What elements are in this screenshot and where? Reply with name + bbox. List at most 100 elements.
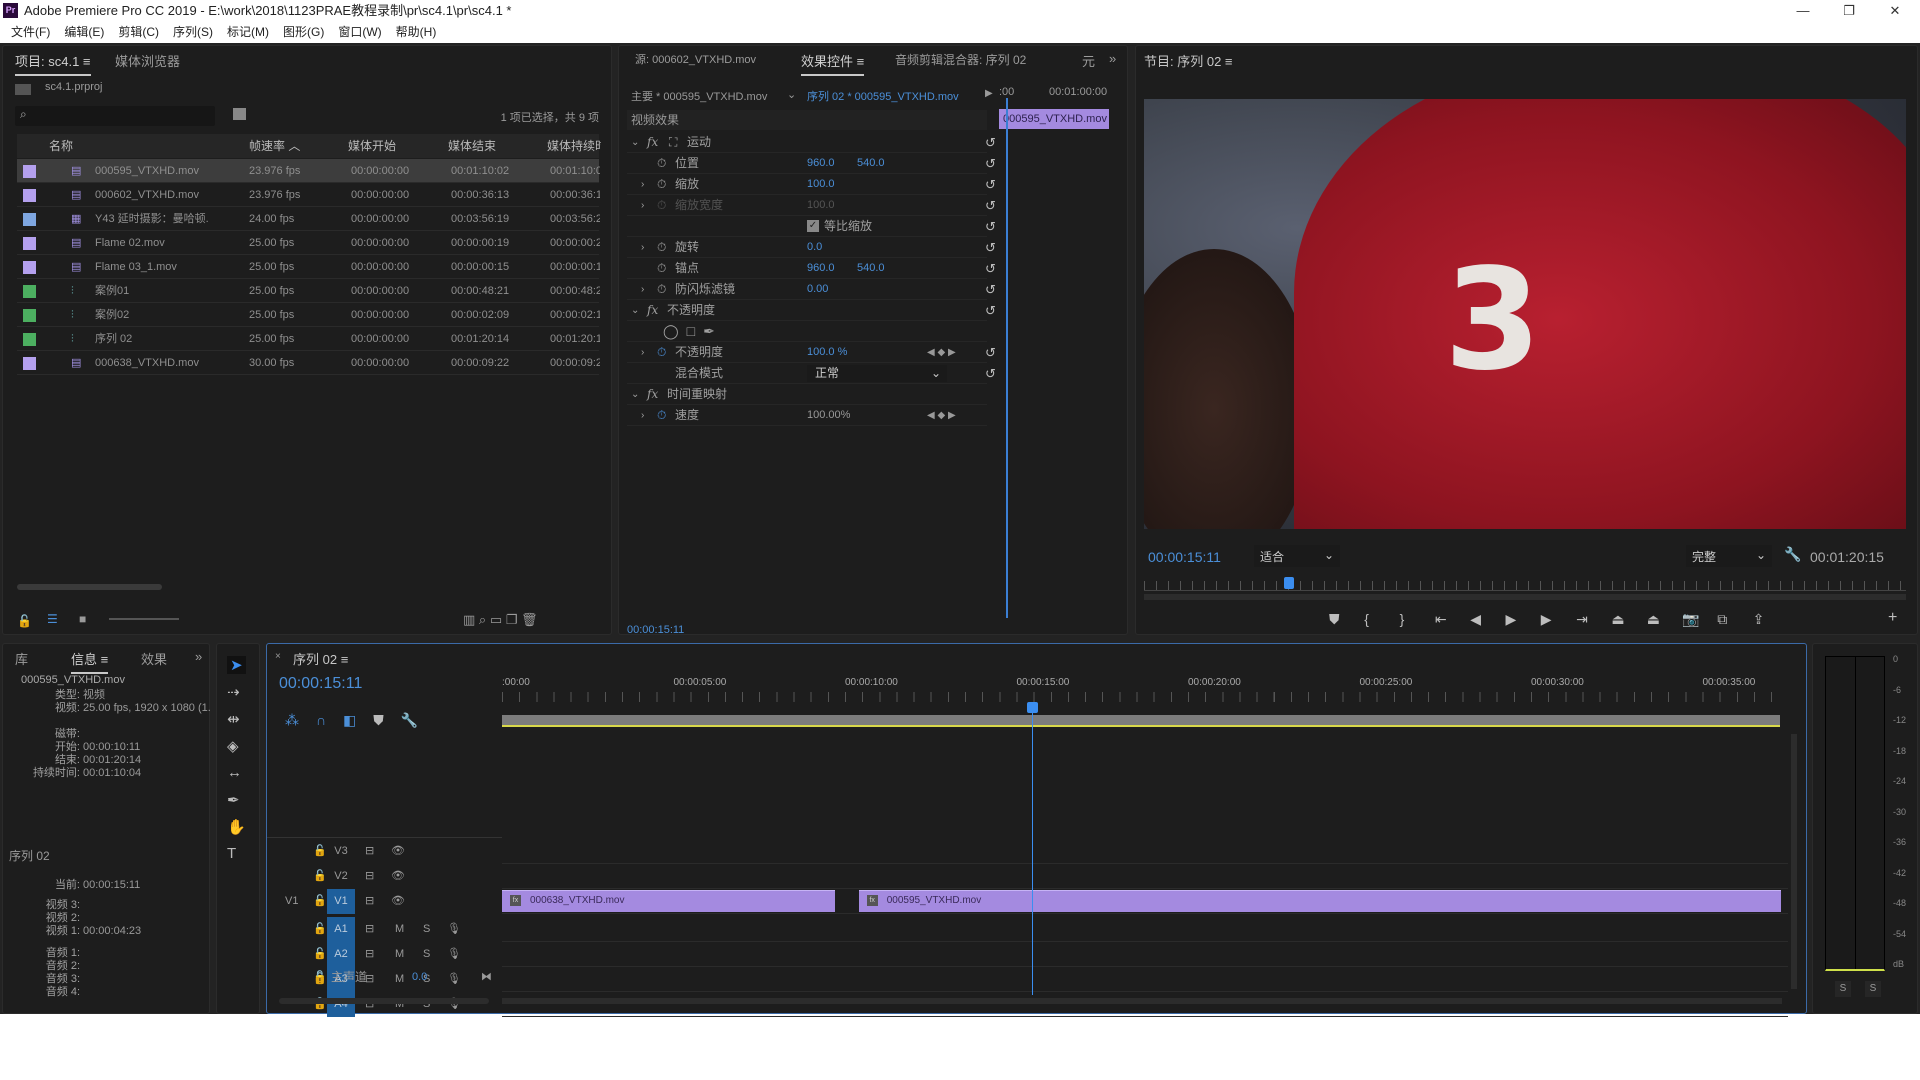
menu-item[interactable]: 序列(S) [170, 25, 216, 39]
reset-icon[interactable]: ↺ [985, 279, 996, 300]
track-target[interactable]: V2 [327, 864, 355, 889]
property-value[interactable]: 0.00 [807, 279, 828, 300]
timeline-clip[interactable]: fx 000638_VTXHD.mov [502, 890, 835, 912]
keyframe-navigator[interactable]: ◀ ◆ ▶ [927, 405, 956, 426]
track-target[interactable]: A1 [327, 917, 355, 942]
comparison-view-icon[interactable]: ⧉ [1717, 611, 1727, 628]
eye-icon[interactable]: 👁 [391, 864, 405, 889]
audio-track-lane[interactable] [502, 917, 1788, 942]
menu-item[interactable]: 编辑(E) [61, 25, 107, 39]
lock-icon[interactable]: 🔓 [313, 992, 327, 1017]
chevron-right-icon[interactable]: › [641, 174, 644, 195]
mute-button[interactable]: M [395, 942, 404, 967]
video-track-lane[interactable] [502, 864, 1788, 889]
property-value[interactable]: 100.0 [807, 174, 835, 195]
export-icon[interactable]: ⇪ [1753, 611, 1765, 628]
reset-icon[interactable]: ↺ [985, 216, 996, 237]
property-value[interactable]: 540.0 [857, 258, 885, 279]
microphone-icon[interactable]: 🎙 [447, 992, 461, 1017]
slip-tool-icon[interactable]: ↔ [227, 764, 242, 781]
chevron-right-icon[interactable]: › [641, 195, 644, 216]
label-color-swatch[interactable] [23, 237, 36, 250]
effects-timecode[interactable]: 00:00:15:11 [627, 624, 684, 636]
audio-track-lane[interactable] [502, 967, 1788, 992]
stopwatch-icon[interactable]: ⏱ [657, 237, 666, 258]
label-color-swatch[interactable] [23, 261, 36, 274]
lift-icon[interactable]: ⏏ [1611, 611, 1624, 628]
transform-icon[interactable]: ⛶ [669, 132, 677, 153]
chevron-down-icon[interactable]: ⌄ [631, 384, 639, 405]
program-zoom-bar[interactable] [1144, 594, 1906, 600]
track-target[interactable]: A4 [327, 992, 355, 1017]
lock-icon[interactable]: 🔓 [313, 917, 327, 942]
property-value[interactable]: 100.00% [807, 405, 850, 426]
eye-icon[interactable]: 👁 [391, 889, 405, 914]
label-color-swatch[interactable] [23, 189, 36, 202]
lock-icon[interactable]: 🔓 [313, 864, 327, 889]
label-color-swatch[interactable] [23, 333, 36, 346]
label-color-swatch[interactable] [23, 165, 36, 178]
maximize-button[interactable]: ❐ [1826, 0, 1872, 21]
master-volume[interactable]: 0.0 [412, 965, 427, 990]
master-clip-selector[interactable]: 主要 * 000595_VTXHD.mov [631, 88, 767, 104]
solo-right-button[interactable]: S [1865, 981, 1881, 997]
stopwatch-icon[interactable]: ⏱ [657, 153, 666, 174]
program-timecode[interactable]: 00:00:15:11 [1148, 549, 1221, 565]
zoom-slider[interactable] [109, 618, 179, 620]
export-frame-icon[interactable]: 📷 [1682, 611, 1699, 628]
go-to-point-icon[interactable]: ⧓ [481, 965, 492, 990]
time-ruler[interactable]: :00:00 00:00:05:00 00:00:10:00 00:00:15:00 0… [502, 644, 1792, 719]
property-value[interactable]: 0.0 [807, 237, 822, 258]
project-item[interactable]: ▤ Flame 02.mov 25.00 fps 00:00:00:00 00:… [17, 231, 600, 255]
keyframe-navigator[interactable]: ◀ ◆ ▶ [927, 342, 956, 363]
close-tab-icon[interactable]: × [275, 651, 281, 662]
list-view-icon[interactable]: ☰ [47, 612, 58, 626]
timeline-horizontal-scrollbar[interactable] [502, 998, 1782, 1004]
fx-toggle-icon[interactable]: fx [647, 132, 658, 153]
stopwatch-icon[interactable]: ⏱ [657, 279, 666, 300]
reset-icon[interactable]: ↺ [985, 363, 996, 384]
video-track-lane[interactable] [502, 839, 1788, 864]
stopwatch-icon[interactable]: ⏱ [657, 405, 666, 426]
reset-icon[interactable]: ↺ [985, 132, 996, 153]
chevron-right-icon[interactable]: › [641, 405, 644, 426]
play-clip-icon[interactable]: ▶ [985, 88, 993, 99]
track-target[interactable]: V1 [327, 889, 355, 914]
project-item[interactable]: ▤ 000602_VTXHD.mov 23.976 fps 00:00:00:0… [17, 183, 600, 207]
blend-mode-dropdown[interactable]: 正常 ⌄ [807, 365, 947, 382]
sync-lock-icon[interactable]: ⊟ [365, 839, 374, 864]
label-color-swatch[interactable] [23, 213, 36, 226]
solo-left-button[interactable]: S [1835, 981, 1851, 997]
snap-icon[interactable]: ∩ [316, 712, 343, 728]
track-target[interactable]: V3 [327, 839, 355, 864]
project-item[interactable]: ▤ 000638_VTXHD.mov 30.00 fps 00:00:00:00… [17, 351, 600, 375]
lock-icon[interactable]: 🔓 [17, 614, 32, 628]
col-duration[interactable]: 媒体持续时间 [547, 134, 601, 158]
mini-playhead[interactable] [1006, 98, 1008, 618]
solo-button[interactable]: S [423, 917, 430, 942]
project-item[interactable]: ⫶ 案例01 25.00 fps 00:00:00:00 00:00:48:21… [17, 279, 600, 303]
work-area-bar[interactable] [502, 715, 1780, 727]
mark-out-icon[interactable]: } [1400, 611, 1405, 627]
chevron-right-icon[interactable]: › [641, 342, 644, 363]
timeline-timecode[interactable]: 00:00:15:11 [279, 675, 362, 693]
search-input[interactable]: ⌕ [15, 106, 215, 126]
fx-toggle-icon[interactable]: fx [647, 300, 658, 321]
tab-source[interactable]: 源: 000602_VTXHD.mov [635, 51, 756, 71]
fx-toggle-icon[interactable]: fx [647, 384, 658, 405]
lock-icon[interactable]: 🔓 [313, 965, 327, 990]
tab-effect-controls[interactable]: 效果控件 ≡ [801, 51, 865, 76]
reset-icon[interactable]: ↺ [985, 342, 996, 363]
ripple-edit-icon[interactable]: ⇹ [227, 710, 240, 728]
sequence-clip-label[interactable]: 序列 02 * 000595_VTXHD.mov [807, 88, 959, 104]
property-value[interactable]: 960.0 [807, 258, 835, 279]
track-select-icon[interactable]: ⇢ [227, 683, 240, 701]
col-fps[interactable]: 帧速率 ︿ [249, 134, 300, 158]
menu-item[interactable]: 标记(M) [224, 25, 272, 39]
lock-icon[interactable]: 🔓 [313, 942, 327, 967]
new-bin-icon[interactable]: ▭ [490, 612, 502, 627]
overflow-icon[interactable]: » [195, 649, 202, 668]
stopwatch-icon[interactable]: ⏱ [657, 195, 666, 216]
reset-icon[interactable]: ↺ [985, 258, 996, 279]
wrench-icon[interactable]: 🔧 [1784, 546, 1801, 563]
